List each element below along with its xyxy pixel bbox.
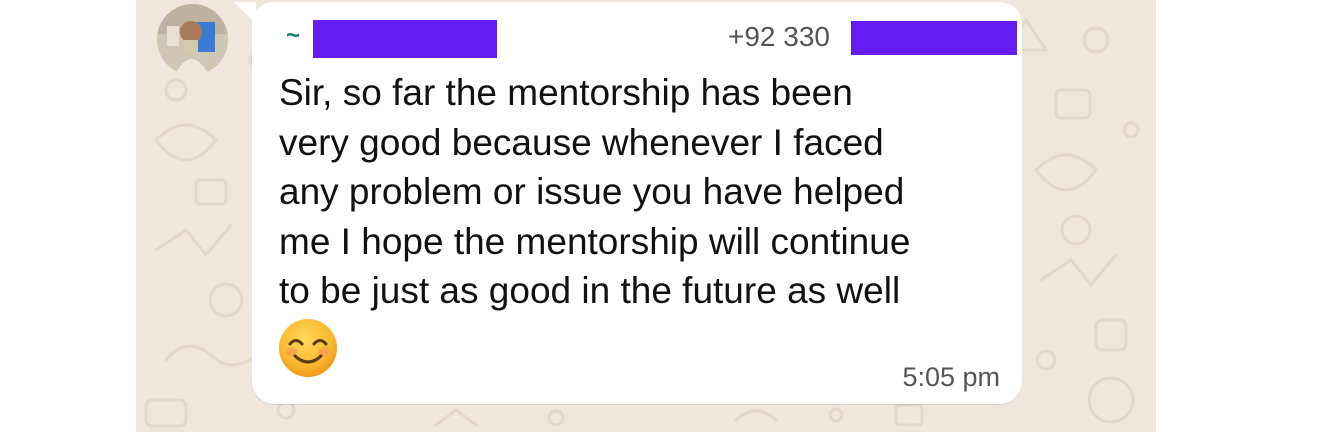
redacted-sender-name	[313, 20, 497, 58]
avatar-image	[157, 4, 228, 75]
sender-name-prefix: ~	[286, 22, 301, 49]
smiling-face-emoji-icon	[279, 319, 337, 377]
sender-avatar[interactable]	[157, 4, 228, 75]
message-line: Sir, so far the mentorship has been	[279, 72, 853, 113]
message-line: very good because whenever I faced	[279, 121, 884, 163]
sender-phone: +92 330	[728, 21, 830, 52]
message-line: me I hope the mentorship will continue	[279, 220, 911, 262]
message-line: any problem or issue you have helped	[279, 171, 905, 212]
message-text: Sir, so far the mentorship has been very…	[279, 68, 1009, 316]
message-line: to be just as good in the future as well	[279, 270, 901, 311]
message-timestamp: 5:05 pm	[902, 362, 1000, 392]
redacted-phone-digits	[851, 21, 1017, 55]
